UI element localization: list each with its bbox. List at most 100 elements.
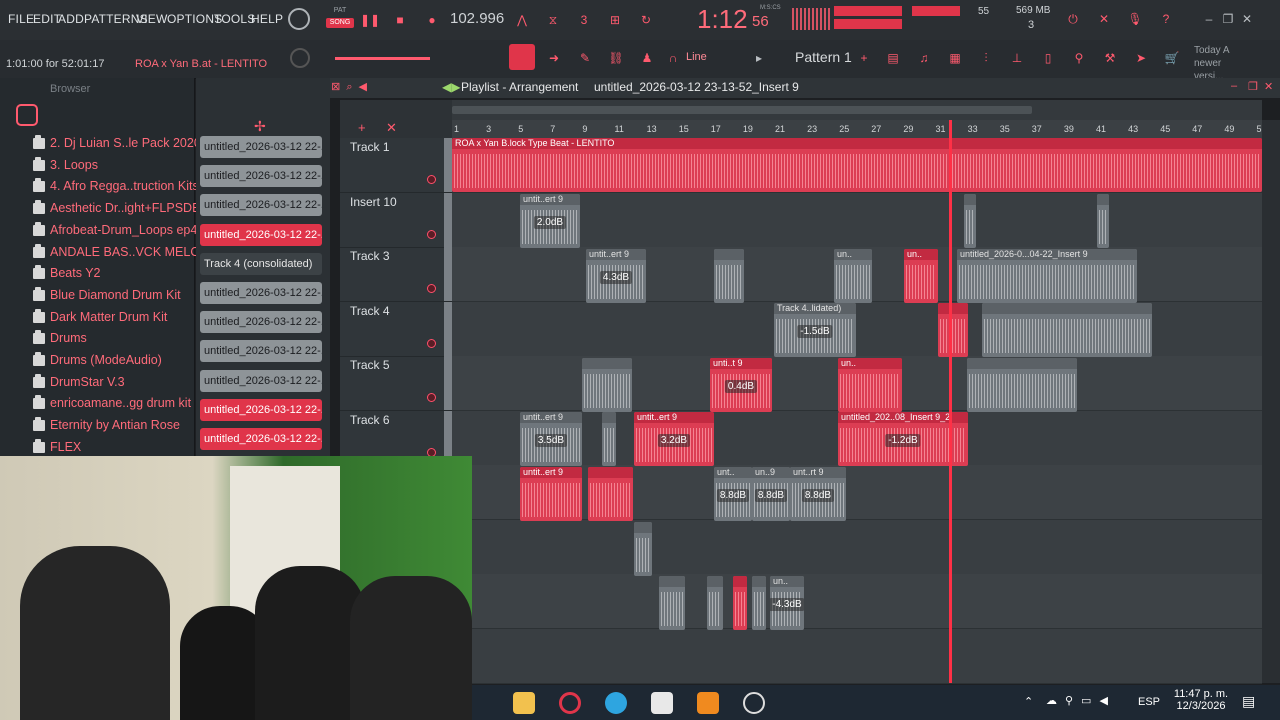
browser-search-icon[interactable] bbox=[16, 104, 38, 126]
notifications-icon[interactable]: ▤ bbox=[1242, 693, 1255, 710]
browser-folder-item[interactable]: 4. Afro Regga..truction Kits bbox=[33, 178, 199, 193]
link-icon[interactable]: ⛓ bbox=[605, 47, 627, 69]
countdown-icon[interactable]: 3 bbox=[573, 9, 595, 31]
magnet-icon[interactable]: ∩ bbox=[662, 47, 684, 69]
track-header[interactable]: Track 3 bbox=[340, 247, 452, 302]
audio-clip[interactable] bbox=[588, 467, 633, 521]
audio-clip[interactable] bbox=[707, 576, 723, 630]
audio-clip[interactable] bbox=[938, 303, 968, 357]
audio-clip[interactable] bbox=[964, 194, 976, 248]
piano-roll-icon[interactable]: ♫ bbox=[913, 47, 935, 69]
pat-song-toggle[interactable]: PAT SONG bbox=[326, 6, 354, 34]
track-mute-icon[interactable] bbox=[427, 338, 436, 348]
browser-folder-item[interactable]: DrumStar V.3 bbox=[33, 373, 125, 389]
playlist-lane[interactable] bbox=[452, 574, 1262, 629]
audio-clip[interactable]: unt..rt 9 8.8dB bbox=[790, 467, 846, 521]
picker-clip-item[interactable]: untitled_2026-03-12 22-.. bbox=[200, 311, 322, 334]
file-explorer-icon[interactable] bbox=[513, 692, 535, 714]
audio-clip[interactable]: unt.. 8.8dB bbox=[714, 467, 752, 521]
browser-folder-item[interactable]: Drums (ModeAudio) bbox=[33, 352, 162, 367]
tray-icons[interactable]: ☁⚲▭◀ bbox=[1046, 694, 1116, 707]
plugin-icon[interactable]: ⚲ bbox=[1068, 47, 1090, 69]
playlist-view-icon[interactable]: ▤ bbox=[882, 47, 904, 69]
paint-icon[interactable]: ✎ bbox=[574, 47, 596, 69]
track-header[interactable]: Track 1 bbox=[340, 138, 452, 193]
picker-move-icon[interactable]: ✢ bbox=[254, 118, 266, 135]
audio-clip[interactable] bbox=[714, 249, 744, 303]
microphone-icon[interactable]: 🎙 bbox=[1124, 8, 1146, 30]
power-icon[interactable]: ⏻ bbox=[1062, 8, 1084, 30]
audio-clip[interactable]: untit..ert 9 4.3dB bbox=[586, 249, 646, 303]
browser-icon[interactable]: ⊥ bbox=[1006, 47, 1028, 69]
playlist-lane[interactable] bbox=[452, 628, 1262, 684]
menu-view[interactable]: VIEW bbox=[136, 12, 167, 26]
picker-clip-item[interactable]: untitled_2026-03-12 22-.. bbox=[200, 428, 322, 450]
opera-icon[interactable] bbox=[559, 692, 581, 714]
timeline-ruler[interactable]: 1 3 5 7 9 11 13 15 17 19 21 23 25 27 29 31 33 35 37 39 41 43 4… bbox=[452, 120, 1267, 138]
scroll-overview[interactable] bbox=[452, 100, 1262, 120]
vertical-scrollbar[interactable] bbox=[1262, 120, 1280, 683]
picker-clip-item[interactable]: untitled_2026-03-12 22-.. bbox=[200, 369, 322, 392]
pattern-select[interactable]: Pattern 1 bbox=[795, 49, 852, 65]
audio-clip[interactable]: un.. -4.3dB bbox=[770, 576, 804, 630]
mixer-icon[interactable]: ⫶ bbox=[975, 47, 997, 69]
picker-clip-item[interactable]: Track 4 (consolidated) bbox=[200, 252, 322, 275]
picker-clip-item[interactable]: untitled_2026-03-12 22-.. bbox=[200, 223, 322, 246]
audio-clip[interactable]: unti..t 9 0.4dB bbox=[710, 358, 772, 412]
stamp-icon[interactable]: ♟ bbox=[636, 47, 658, 69]
playhead[interactable] bbox=[949, 120, 952, 683]
channel-rack-icon[interactable]: ▦ bbox=[944, 47, 966, 69]
browser-folder-item[interactable]: ANDALE BAS..VCK MELODY bbox=[33, 243, 217, 259]
pattern-prev-icon[interactable]: ▸ bbox=[748, 47, 770, 69]
browser-folder-item[interactable]: Aesthetic Dr..ight+FLPSDE) bbox=[33, 200, 205, 215]
audio-clip[interactable]: untit..ert 9 3.5dB bbox=[520, 412, 582, 466]
close-icon[interactable]: ✕ bbox=[1236, 8, 1258, 30]
menu-file[interactable]: FILE bbox=[8, 12, 34, 26]
playlist-grid[interactable]: ROA x Yan B.lock Type Beat - LENTITO unti… bbox=[452, 138, 1262, 684]
add-pattern-icon[interactable]: + bbox=[853, 47, 875, 69]
stop-icon[interactable]: ■ bbox=[389, 9, 411, 31]
audio-clip[interactable] bbox=[659, 576, 685, 630]
browser-folder-item[interactable]: Blue Diamond Drum Kit bbox=[33, 286, 181, 302]
fl-studio-icon[interactable] bbox=[697, 692, 719, 714]
audio-clip[interactable] bbox=[967, 358, 1077, 412]
browser-folder-item[interactable]: enricoamane..gg drum kit bbox=[33, 395, 191, 410]
track-mute-icon[interactable] bbox=[427, 284, 436, 293]
track-header[interactable]: Track 5 bbox=[340, 356, 452, 411]
project-icon[interactable]: ▯ bbox=[1037, 47, 1059, 69]
audio-clip[interactable] bbox=[602, 412, 616, 466]
arrangement-play-icon[interactable]: ◀▶ bbox=[442, 80, 460, 94]
browser-folder-item[interactable]: Eternity by Antian Rose bbox=[33, 417, 180, 432]
send-icon[interactable]: ➤ bbox=[1130, 47, 1152, 69]
snap-select[interactable]: Line bbox=[686, 51, 707, 63]
audio-clip[interactable] bbox=[752, 576, 766, 630]
audio-clip[interactable] bbox=[1097, 194, 1109, 248]
browser-folder-item[interactable]: Dark Matter Drum Kit bbox=[33, 308, 167, 324]
audio-clip[interactable]: un.. bbox=[838, 358, 902, 412]
arrow-right-icon[interactable]: ➜ bbox=[543, 47, 565, 69]
cart-icon[interactable]: 🛒 bbox=[1161, 47, 1183, 69]
browser-folder-item[interactable]: 3. Loops bbox=[33, 156, 98, 172]
playlist-max-icon[interactable]: ❐ bbox=[1248, 80, 1258, 93]
recorder-icon[interactable] bbox=[743, 692, 765, 714]
pitch-knob[interactable] bbox=[290, 48, 310, 68]
audio-clip[interactable]: untit..ert 9 3.2dB bbox=[634, 412, 714, 466]
audio-clip[interactable]: untitled_2026-0...04-22_Insert 9 bbox=[957, 249, 1137, 303]
picker-clip-item[interactable]: untitled_2026-03-12 22-.. bbox=[200, 398, 322, 421]
loop-record-icon[interactable]: ↻ bbox=[635, 9, 657, 31]
track-mute-icon[interactable] bbox=[427, 229, 436, 239]
remove-track-icon[interactable]: ✕ bbox=[386, 120, 397, 136]
step-edit-icon[interactable]: ⊞ bbox=[604, 9, 626, 31]
wait-icon[interactable]: ⧖ bbox=[542, 9, 564, 31]
browser-folder-item[interactable]: Beats Y2 bbox=[33, 265, 101, 280]
picker-clip-item[interactable]: untitled_2026-03-12 22-.. bbox=[200, 165, 322, 188]
audio-clip[interactable]: un.. bbox=[834, 249, 872, 303]
audio-clip[interactable]: un.. bbox=[904, 249, 938, 303]
tools-icon[interactable]: ✕ bbox=[1093, 8, 1115, 30]
audio-clip[interactable] bbox=[582, 358, 632, 412]
audio-clip[interactable] bbox=[982, 303, 1152, 357]
playlist-close-icon[interactable]: ✕ bbox=[1264, 80, 1273, 93]
tempo-display[interactable]: 102.996 bbox=[450, 10, 504, 27]
audio-clip[interactable]: Track 4..lidated) -1.5dB bbox=[774, 303, 856, 357]
track-mute-icon[interactable] bbox=[427, 175, 436, 184]
